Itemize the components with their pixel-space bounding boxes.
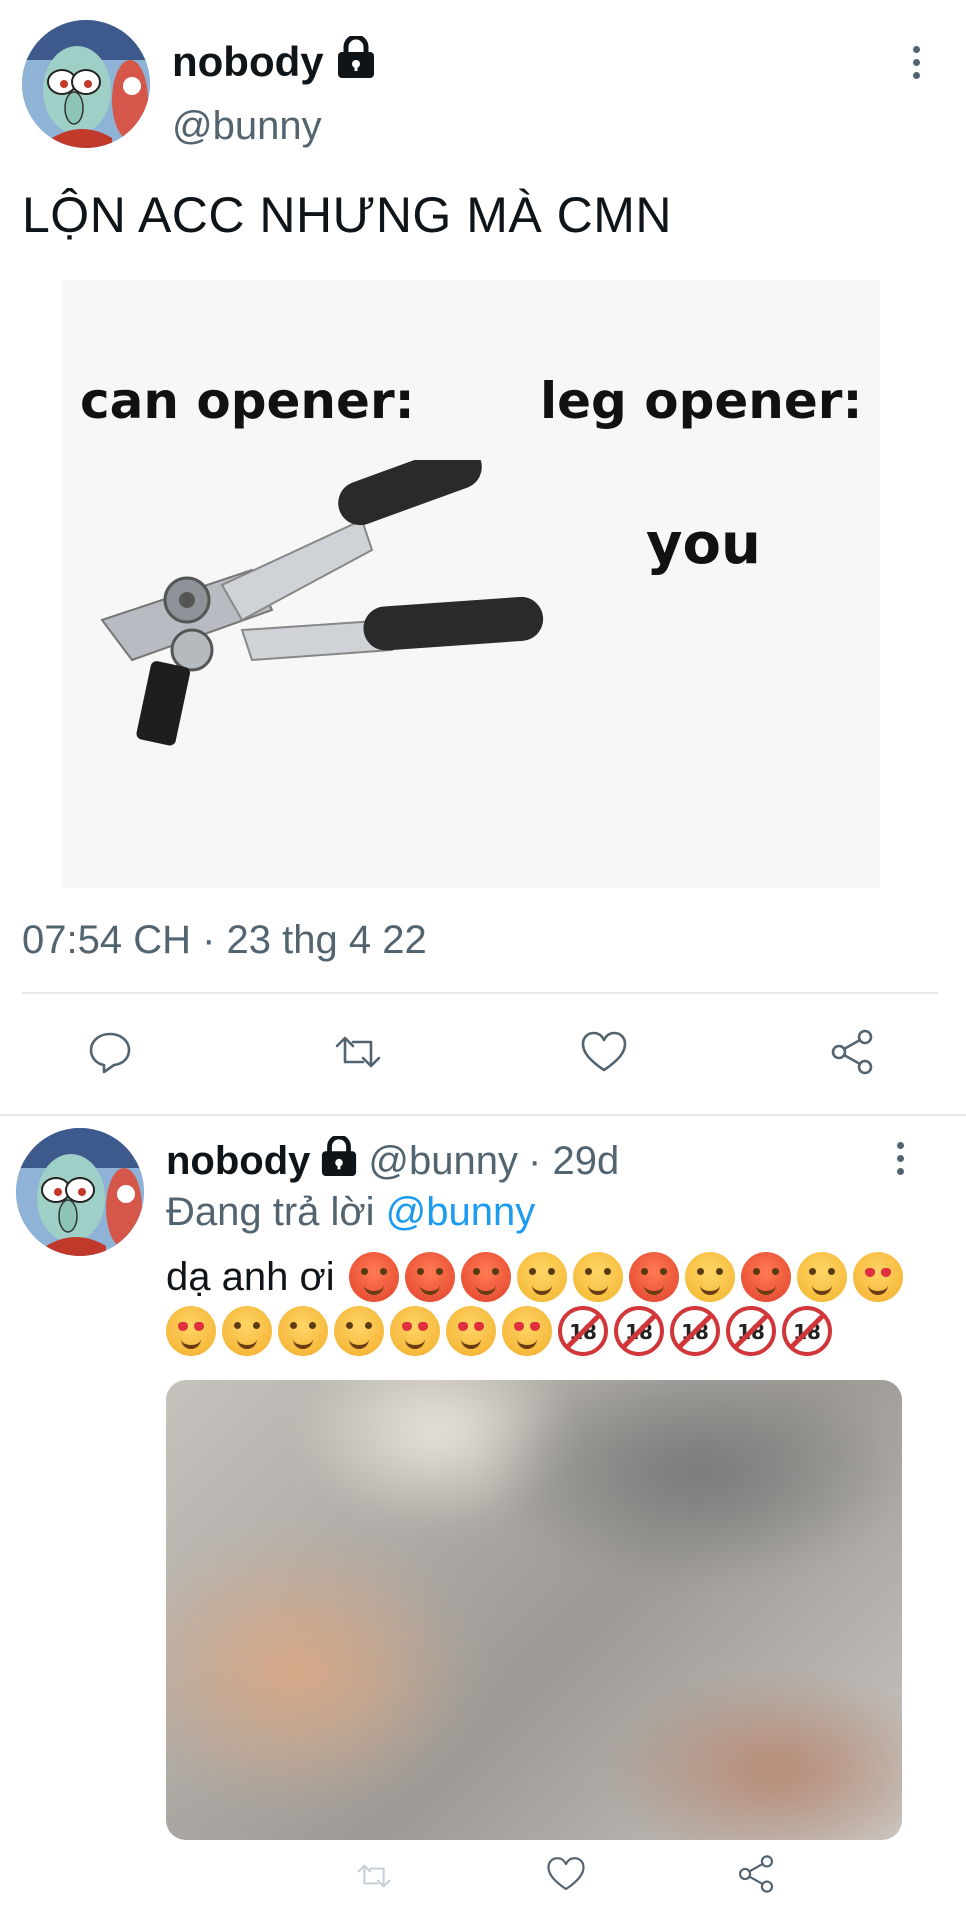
replying-to-link[interactable]: @bunny [386, 1190, 536, 1234]
reply-more-options-icon[interactable] [880, 1138, 920, 1178]
tweet-image[interactable]: can opener: leg opener: you [62, 280, 880, 888]
meme-answer: you [646, 512, 761, 577]
smiling-hearts-face-emoji [222, 1306, 272, 1356]
drooling-face-emoji [516, 1252, 567, 1302]
no-under-18-emoji: 18 [670, 1306, 720, 1356]
no-under-18-emoji: 18 [726, 1306, 776, 1356]
no-under-18-emoji: 18 [614, 1306, 664, 1356]
hot-face-emoji [348, 1252, 399, 1302]
reply-icon[interactable] [78, 1020, 142, 1084]
star-struck-face-emoji [446, 1306, 496, 1356]
drooling-face-emoji [572, 1252, 623, 1302]
replying-to-line: Đang trả lời @bunny [166, 1190, 535, 1235]
section-divider [0, 1114, 966, 1116]
retweet-icon[interactable] [326, 1020, 390, 1084]
hot-face-emoji [404, 1252, 455, 1302]
author-name-text[interactable]: nobody [172, 38, 324, 86]
author-name[interactable]: nobody [172, 34, 376, 88]
no-under-18-emoji: 18 [782, 1306, 832, 1356]
hot-face-emoji [460, 1252, 511, 1302]
meme-right-label: leg opener: [540, 372, 863, 430]
reply-author-name[interactable]: nobody [166, 1139, 310, 1184]
heart-eyes-face-emoji [166, 1306, 216, 1356]
lock-icon [320, 1134, 358, 1186]
tweet-timestamp: 07:54 CH · 23 thg 4 22 [22, 918, 427, 962]
meme-left-label: can opener: [80, 372, 415, 430]
star-struck-face-emoji [390, 1306, 440, 1356]
reply-share-icon[interactable] [726, 1846, 786, 1902]
hot-face-emoji [740, 1252, 791, 1302]
reply-retweet-icon[interactable] [344, 1848, 404, 1904]
reply-like-icon[interactable] [536, 1846, 596, 1902]
smiling-hearts-face-emoji [334, 1306, 384, 1356]
lock-icon [336, 34, 376, 88]
like-icon[interactable] [572, 1020, 636, 1084]
heart-eyes-face-emoji [852, 1252, 903, 1302]
tweet-text: LỘN ACC NHƯNG MÀ CMN [22, 187, 672, 243]
reply-author-handle[interactable]: @bunny [368, 1139, 518, 1184]
star-struck-face-emoji [502, 1306, 552, 1356]
reply-avatar[interactable] [16, 1128, 144, 1256]
share-icon[interactable] [820, 1020, 884, 1084]
author-avatar[interactable] [22, 20, 150, 148]
drooling-face-emoji [796, 1252, 847, 1302]
hot-face-emoji [628, 1252, 679, 1302]
tweet-divider [22, 992, 938, 994]
reply-text-line-1: dạ anh ơi [166, 1252, 909, 1302]
no-under-18-emoji: 18 [558, 1306, 608, 1356]
reply-header: nobody @bunny · 29d [166, 1134, 620, 1186]
reply-image[interactable] [166, 1380, 902, 1840]
reply-text: dạ anh ơi [166, 1254, 335, 1299]
author-handle[interactable]: @bunny [172, 104, 322, 149]
can-opener-illustration [100, 460, 544, 746]
reply-text-line-2: 18 18 18 18 18 [166, 1306, 838, 1356]
reply-age: · 29d [528, 1138, 620, 1183]
more-options-icon[interactable] [896, 42, 936, 82]
smiling-hearts-face-emoji [278, 1306, 328, 1356]
replying-to-prefix: Đang trả lời [166, 1190, 375, 1234]
drooling-face-emoji [684, 1252, 735, 1302]
